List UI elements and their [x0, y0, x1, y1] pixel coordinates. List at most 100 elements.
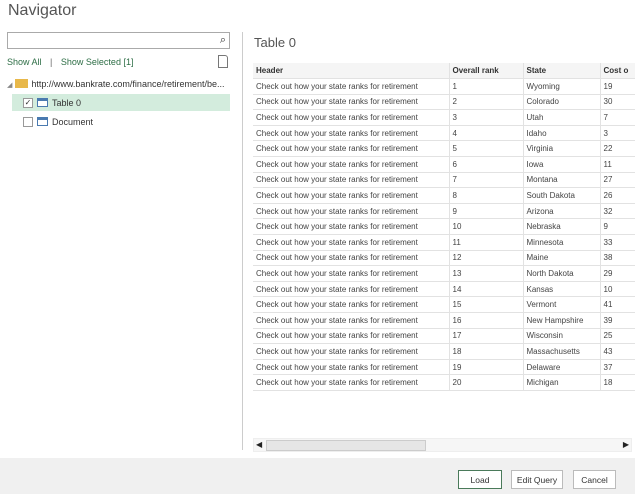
- table-cell: 6: [449, 156, 524, 173]
- load-button[interactable]: Load: [458, 470, 502, 489]
- table-cell: 41: [600, 296, 635, 313]
- table-row: Check out how your state ranks for retir…: [253, 250, 635, 267]
- table-row: Check out how your state ranks for retir…: [253, 328, 635, 345]
- table-cell: Iowa: [523, 156, 601, 173]
- table-cell: 27: [600, 172, 635, 189]
- table-cell: Check out how your state ranks for retir…: [253, 374, 450, 391]
- cancel-button[interactable]: Cancel: [573, 470, 616, 489]
- table-row: Check out how your state ranks for retir…: [253, 140, 635, 158]
- table-row: Check out how your state ranks for retir…: [253, 187, 635, 204]
- table-cell: Check out how your state ranks for retir…: [253, 109, 450, 126]
- table-cell: 9: [600, 218, 635, 236]
- separator: |: [50, 57, 53, 67]
- scroll-left-icon[interactable]: ◀: [256, 440, 262, 449]
- table-cell: Check out how your state ranks for retir…: [253, 172, 450, 189]
- table-cell: Michigan: [523, 374, 601, 391]
- table-cell: Check out how your state ranks for retir…: [253, 296, 450, 313]
- show-selected-link[interactable]: Show Selected [1]: [61, 57, 134, 67]
- table-cell: Check out how your state ranks for retir…: [253, 140, 450, 158]
- table-cell: Check out how your state ranks for retir…: [253, 187, 450, 204]
- table-cell: Montana: [523, 172, 601, 189]
- table-icon: [37, 98, 48, 107]
- table-cell: 4: [449, 125, 524, 142]
- table-row: Check out how your state ranks for retir…: [253, 78, 635, 95]
- table-cell: 19: [449, 359, 524, 376]
- table-cell: 37: [600, 359, 635, 376]
- scroll-right-icon[interactable]: ▶: [623, 440, 629, 449]
- table-cell: 17: [449, 328, 524, 345]
- table-cell: 2: [449, 94, 524, 111]
- table-cell: 15: [449, 296, 524, 313]
- table-cell: Check out how your state ranks for retir…: [253, 156, 450, 173]
- checkbox-checked[interactable]: ✓: [23, 97, 33, 108]
- table-cell: 11: [449, 234, 524, 251]
- table-cell: New Hampshire: [523, 312, 601, 329]
- table-cell: 26: [600, 187, 635, 204]
- table-row: Check out how your state ranks for retir…: [253, 296, 635, 313]
- table-cell: Check out how your state ranks for retir…: [253, 328, 450, 345]
- table-cell: Check out how your state ranks for retir…: [253, 94, 450, 111]
- table-cell: 1: [449, 78, 524, 95]
- tree-item-document[interactable]: Document: [12, 113, 230, 130]
- tree-item-table-0[interactable]: ✓ Table 0: [12, 94, 230, 111]
- table-cell: South Dakota: [523, 187, 601, 204]
- table-cell: Idaho: [523, 125, 601, 142]
- checkbox[interactable]: [23, 116, 33, 127]
- table-cell: Wyoming: [523, 78, 601, 95]
- table-cell: Check out how your state ranks for retir…: [253, 78, 450, 95]
- table-cell: 25: [600, 328, 635, 345]
- table-cell: 7: [449, 172, 524, 189]
- table-cell: 18: [600, 374, 635, 391]
- table-cell: 33: [600, 234, 635, 251]
- table-cell: Kansas: [523, 281, 601, 298]
- table-row: Check out how your state ranks for retir…: [253, 359, 635, 376]
- table-cell: Check out how your state ranks for retir…: [253, 359, 450, 376]
- table-cell: 3: [449, 109, 524, 126]
- view-filter: Show All | Show Selected [1]: [7, 57, 139, 67]
- table-cell: Arizona: [523, 203, 601, 220]
- table-cell: Virginia: [523, 140, 601, 158]
- table-cell: Delaware: [523, 359, 601, 376]
- table-cell: 14: [449, 281, 524, 298]
- table-cell: Check out how your state ranks for retir…: [253, 125, 450, 142]
- collapse-triangle-icon[interactable]: ◢: [7, 82, 12, 89]
- table-cell: 13: [449, 265, 524, 282]
- edit-query-button[interactable]: Edit Query: [511, 470, 563, 489]
- pane-divider[interactable]: [242, 32, 243, 450]
- table-cell: 22: [600, 140, 635, 158]
- table-cell: 10: [449, 218, 524, 236]
- search-input[interactable]: ⌕: [7, 32, 230, 49]
- horizontal-scrollbar[interactable]: ◀ ▶: [253, 438, 632, 452]
- table-cell: 16: [449, 312, 524, 329]
- tree-item-label: Table 0: [52, 97, 82, 108]
- table-cell: Check out how your state ranks for retir…: [253, 203, 450, 220]
- tree-root[interactable]: ◢ http://www.bankrate.com/finance/retirem…: [7, 79, 224, 89]
- table-cell: 20: [449, 374, 524, 391]
- tree-root-label: http://www.bankrate.com/finance/retireme…: [31, 79, 225, 89]
- column-header[interactable]: Overall rank: [449, 63, 524, 80]
- table-cell: 18: [449, 343, 524, 360]
- table-cell: Check out how your state ranks for retir…: [253, 234, 450, 251]
- column-header[interactable]: Header: [253, 63, 450, 80]
- table-cell: Vermont: [523, 296, 601, 313]
- table-row: Check out how your state ranks for retir…: [253, 203, 635, 220]
- folder-icon: [15, 79, 29, 88]
- preview-table: Header Overall rank State Cost o Check out h…: [253, 63, 635, 393]
- table-cell: Check out how your state ranks for retir…: [253, 281, 450, 298]
- table-cell: 5: [449, 140, 524, 158]
- table-row: Check out how your state ranks for retir…: [253, 125, 635, 142]
- column-header[interactable]: State: [523, 63, 601, 80]
- table-cell: Check out how your state ranks for retir…: [253, 250, 450, 267]
- column-header[interactable]: Cost o: [600, 63, 635, 80]
- table-icon: [37, 117, 48, 126]
- table-cell: Check out how your state ranks for retir…: [253, 343, 450, 360]
- show-all-link[interactable]: Show All: [7, 57, 42, 67]
- table-cell: Nebraska: [523, 218, 601, 236]
- refresh-document-icon[interactable]: [218, 55, 228, 68]
- footer: Load Edit Query Cancel: [0, 458, 635, 494]
- search-icon[interactable]: ⌕: [220, 34, 226, 47]
- table-cell: 3: [600, 125, 635, 142]
- table-row: Check out how your state ranks for retir…: [253, 218, 635, 236]
- table-cell: 8: [449, 187, 524, 204]
- scrollbar-thumb[interactable]: [266, 440, 426, 451]
